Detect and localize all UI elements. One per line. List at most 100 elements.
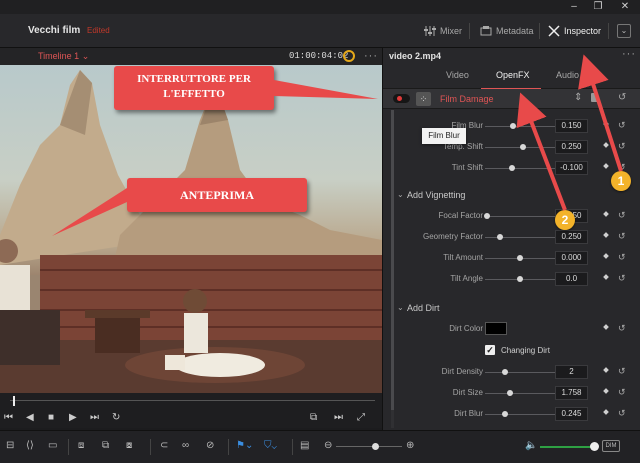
param-value-field[interactable]: 0.0 xyxy=(555,272,588,286)
reset-icon[interactable]: ↺ xyxy=(618,408,626,419)
slider-track[interactable] xyxy=(485,414,555,415)
slider-knob[interactable] xyxy=(510,123,516,129)
scrubber-bar[interactable] xyxy=(0,393,382,408)
slider-track[interactable] xyxy=(485,216,555,217)
jump-end-icon[interactable]: ⏭ xyxy=(90,412,99,424)
overwrite-clip-icon[interactable]: ⧉ xyxy=(102,440,109,451)
param-value-field[interactable]: 0.150 xyxy=(555,119,588,133)
loop-icon[interactable]: ↻ xyxy=(112,412,120,424)
volume-slider-track[interactable] xyxy=(540,446,595,448)
keyframe-icon[interactable] xyxy=(603,324,609,330)
keyframe-icon[interactable] xyxy=(603,163,609,169)
step-back-icon[interactable]: ◀ xyxy=(26,412,34,424)
keyframe-icon[interactable] xyxy=(603,253,609,259)
snapping-icon[interactable]: ⊂ xyxy=(160,440,168,451)
param-value-field[interactable]: 0.245 xyxy=(555,407,588,421)
restore-icon[interactable]: ❐ xyxy=(584,0,612,14)
reset-icon[interactable]: ↺ xyxy=(618,323,626,334)
reset-icon[interactable]: ↺ xyxy=(618,120,626,131)
chevron-down-icon[interactable]: ⌄ xyxy=(617,24,631,38)
slider-knob[interactable] xyxy=(502,369,508,375)
tab-openfx[interactable]: OpenFX xyxy=(496,70,530,80)
scrollbar-thumb[interactable] xyxy=(391,110,394,410)
jump-start-icon[interactable]: ⏮ xyxy=(4,412,13,424)
select-mode-icon[interactable]: ⊟ xyxy=(6,440,14,451)
group-add-vignetting[interactable]: ⌄ Add Vignetting xyxy=(395,187,640,205)
slider-track[interactable] xyxy=(485,126,555,127)
slider-knob[interactable] xyxy=(507,390,513,396)
param-value-field[interactable]: 1.758 xyxy=(555,386,588,400)
fx-bypass-icon[interactable] xyxy=(343,50,355,62)
position-lock-icon[interactable]: ⊘ xyxy=(206,440,214,451)
slider-knob[interactable] xyxy=(502,411,508,417)
match-frame-icon[interactable]: ⧉ xyxy=(310,412,317,424)
reorder-arrows-icon[interactable]: ⇕ xyxy=(574,92,582,103)
zoom-in-icon[interactable]: ⊕ xyxy=(406,440,414,451)
speaker-icon[interactable]: 🔈 xyxy=(525,440,537,451)
replace-clip-icon[interactable]: ⧇ xyxy=(126,440,132,451)
fullscreen-icon[interactable]: ⤢ xyxy=(357,412,365,424)
zoom-out-icon[interactable]: ⊖ xyxy=(324,440,332,451)
tab-audio[interactable]: Audio xyxy=(556,70,579,80)
reset-icon[interactable]: ↺ xyxy=(618,366,626,377)
slider-track[interactable] xyxy=(485,393,555,394)
tab-video[interactable]: Video xyxy=(446,70,469,80)
timeline-selector[interactable]: Timeline 1 ⌄ xyxy=(38,51,89,62)
link-icon[interactable]: ∞ xyxy=(182,440,189,451)
slider-track[interactable] xyxy=(485,168,555,169)
param-value-field[interactable]: 0.250 xyxy=(555,140,588,154)
slider-track[interactable] xyxy=(485,372,555,373)
marker-icon[interactable]: ⛉⌄ xyxy=(264,440,277,451)
next-frame-icon[interactable]: ⏭ xyxy=(334,412,343,424)
close-icon[interactable]: ✕ xyxy=(611,0,639,14)
slider-knob[interactable] xyxy=(497,234,503,240)
reset-icon[interactable]: ↺ xyxy=(618,141,626,152)
param-value-field[interactable]: 2 xyxy=(555,365,588,379)
param-value-field[interactable]: 0.250 xyxy=(555,230,588,244)
more-options-icon[interactable]: ··· xyxy=(364,50,378,62)
trim-mode-icon[interactable]: ⟨⟩ xyxy=(26,440,34,451)
reset-icon[interactable]: ↺ xyxy=(618,210,626,221)
effect-toggle-switch[interactable] xyxy=(393,94,410,103)
slider-knob[interactable] xyxy=(484,213,490,219)
keyframe-icon[interactable] xyxy=(603,121,609,127)
mixer-button[interactable]: Mixer xyxy=(424,22,462,40)
reset-icon[interactable]: ↺ xyxy=(618,252,626,263)
playhead[interactable] xyxy=(13,396,15,406)
metadata-button[interactable]: Metadata xyxy=(480,22,534,40)
zoom-slider-track[interactable] xyxy=(336,446,402,447)
zoom-slider-knob[interactable] xyxy=(372,443,379,450)
slider-knob[interactable] xyxy=(509,165,515,171)
volume-slider-knob[interactable] xyxy=(590,442,599,451)
zoom-mode-icon[interactable]: ▤ xyxy=(300,440,309,451)
keyframe-icon[interactable] xyxy=(603,142,609,148)
stop-icon[interactable]: ■ xyxy=(48,412,54,424)
keyframe-icon[interactable] xyxy=(603,367,609,373)
flag-icon[interactable]: ⚑⌄ xyxy=(236,440,253,451)
reset-icon[interactable]: ↺ xyxy=(618,231,626,242)
reset-icon[interactable]: ↺ xyxy=(618,92,626,103)
reset-icon[interactable]: ↺ xyxy=(618,273,626,284)
reset-icon[interactable]: ↺ xyxy=(618,387,626,398)
dim-button[interactable]: DIM xyxy=(602,440,620,452)
slider-knob[interactable] xyxy=(517,255,523,261)
effect-drag-handle[interactable]: ⁘ xyxy=(416,92,431,106)
more-options-icon[interactable]: ··· xyxy=(622,48,636,60)
keyframe-icon[interactable] xyxy=(603,274,609,280)
keyframe-icon[interactable] xyxy=(603,232,609,238)
keyframe-icon[interactable] xyxy=(603,388,609,394)
video-preview[interactable] xyxy=(0,65,382,393)
group-add-dirt[interactable]: ⌄ Add Dirt xyxy=(395,300,640,318)
trash-icon[interactable] xyxy=(591,93,598,102)
blade-mode-icon[interactable]: ▭ xyxy=(48,440,57,451)
inspector-button[interactable]: Inspector xyxy=(548,22,601,40)
param-value-field[interactable]: 0.000 xyxy=(555,251,588,265)
insert-clip-icon[interactable]: ⧈ xyxy=(78,440,84,451)
slider-knob[interactable] xyxy=(520,144,526,150)
dirt-color-swatch[interactable] xyxy=(485,322,507,335)
play-icon[interactable]: ▶ xyxy=(69,412,77,424)
slider-knob[interactable] xyxy=(517,276,523,282)
keyframe-icon[interactable] xyxy=(603,211,609,217)
param-value-field[interactable]: -0.100 xyxy=(555,161,588,175)
slider-track[interactable] xyxy=(485,237,555,238)
